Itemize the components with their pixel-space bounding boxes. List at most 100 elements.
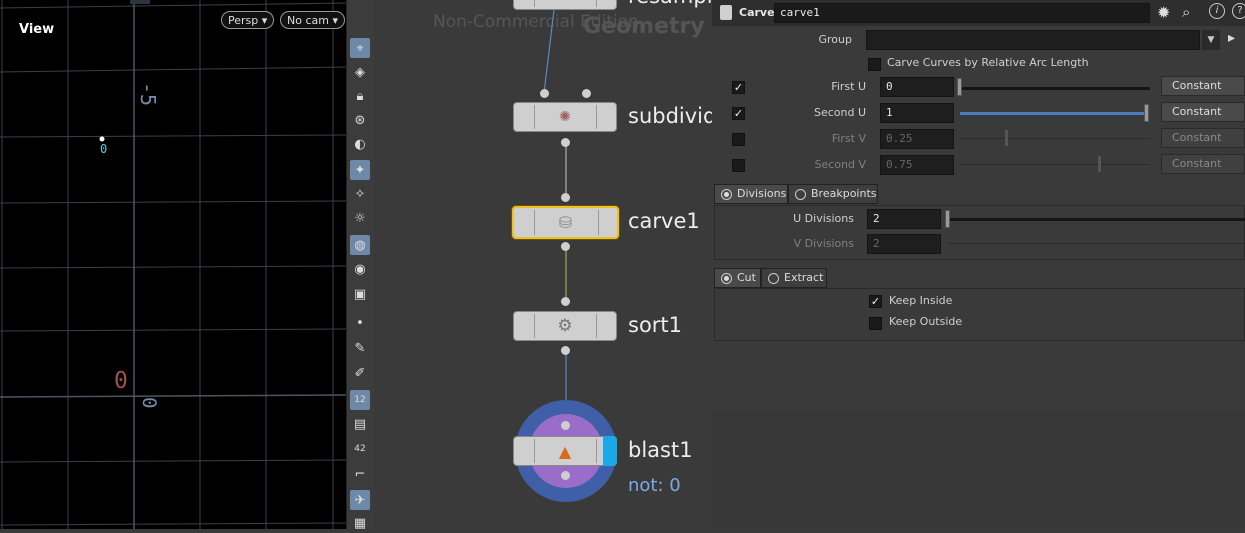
node-name-field[interactable]: carve1 xyxy=(774,3,1150,23)
u-divisions-field[interactable]: 2 xyxy=(867,209,941,229)
first-v-slider-handle[interactable] xyxy=(1005,130,1008,146)
second-u-field[interactable]: 1 xyxy=(880,103,954,123)
first-u-mode-button[interactable]: Constant xyxy=(1161,76,1245,96)
axis-label-neg5: -5 xyxy=(136,82,160,107)
v-divisions-label: V Divisions xyxy=(793,237,854,250)
node-label-sort1: sort1 xyxy=(628,313,683,337)
second-u-mode-button[interactable]: Constant xyxy=(1161,102,1245,122)
keep-inside-label: Keep Inside xyxy=(889,294,953,307)
tab-breakpoints[interactable]: Breakpoints xyxy=(788,184,878,204)
node-label-resample1: resample1 xyxy=(628,0,712,8)
search-icon[interactable]: ⌕ xyxy=(1182,3,1190,21)
axis-label-x-origin: 0 xyxy=(114,368,128,394)
light-add-icon[interactable]: ✧ xyxy=(350,184,370,204)
first-v-slider-track[interactable] xyxy=(960,138,1150,139)
input-connector[interactable] xyxy=(561,193,570,202)
first-v-field[interactable]: 0.25 xyxy=(880,129,954,149)
info-icon[interactable]: i xyxy=(1209,3,1225,19)
select-icon[interactable]: ⌖ xyxy=(350,38,370,58)
second-u-label: Second U xyxy=(813,106,866,119)
light-icon[interactable]: ✦ xyxy=(350,160,370,180)
second-v-slider-track[interactable] xyxy=(960,164,1150,165)
v-divisions-slider-track[interactable] xyxy=(948,243,1245,244)
lock-icon[interactable]: 🔒︎ xyxy=(350,86,370,106)
axis-label-z-origin: 0 xyxy=(138,397,160,409)
pen-icon[interactable]: ✐ xyxy=(350,363,370,383)
first-u-label: First U xyxy=(831,80,866,93)
carve-relative-checkbox[interactable] xyxy=(868,58,881,71)
view-tool-icon[interactable]: ✈ xyxy=(350,490,370,510)
second-v-mode-button[interactable]: Constant xyxy=(1161,154,1245,174)
first-u-checkbox[interactable]: ✓ xyxy=(732,81,745,94)
help-icon[interactable]: ? xyxy=(1232,3,1245,19)
second-u-slider-track[interactable] xyxy=(960,112,1146,115)
parameter-empty-area xyxy=(712,412,1245,529)
viewport-toolbar: ⌖ ◈ 🔒︎ ⊛ ◐ ✦ ✧ ☼ ◍ ◉ ▣ • ✎ ✐ 12 ▤ 42 ⌐ ✈… xyxy=(346,0,375,531)
u-divisions-label: U Divisions xyxy=(793,212,854,225)
first-u-field[interactable]: 0 xyxy=(880,77,954,97)
second-v-field[interactable]: 0.75 xyxy=(880,155,954,175)
node-subdivide1[interactable]: ✺ xyxy=(513,102,617,132)
network-editor[interactable]: Non-Commercial Edition Geometry resample… xyxy=(374,0,712,529)
group-dropdown-arrow[interactable]: ▼ xyxy=(1202,30,1220,50)
cut-radio xyxy=(721,273,732,284)
second-u-slider-handle[interactable] xyxy=(1144,104,1149,122)
ghost-icon[interactable]: ◐ xyxy=(350,134,370,154)
first-v-mode-button[interactable]: Constant xyxy=(1161,128,1245,148)
ruler-icon[interactable]: ⌐ xyxy=(350,464,370,484)
v-divisions-field[interactable]: 2 xyxy=(867,234,941,254)
input-connector[interactable] xyxy=(582,89,591,98)
node-carve1[interactable]: ⛁ xyxy=(512,206,619,239)
second-u-checkbox[interactable]: ✓ xyxy=(732,107,745,120)
input-connector[interactable] xyxy=(540,89,549,98)
keep-inside-checkbox[interactable]: ✓ xyxy=(869,295,882,308)
breakpoints-radio xyxy=(795,189,806,200)
node-resample1[interactable] xyxy=(513,0,617,10)
brush-icon[interactable]: ✎ xyxy=(350,338,370,358)
group-field[interactable] xyxy=(866,30,1200,50)
u-divisions-slider-handle[interactable] xyxy=(945,210,950,228)
light-link-icon[interactable]: ☼ xyxy=(350,208,370,228)
node-badge-blast1: not: 0 xyxy=(628,475,681,496)
display-flag[interactable] xyxy=(603,436,617,466)
node-type-icon xyxy=(720,5,732,20)
stamp-icon[interactable]: ▤ xyxy=(350,414,370,434)
first-u-slider-handle[interactable] xyxy=(957,78,962,96)
first-v-checkbox[interactable] xyxy=(732,133,745,146)
point-number-icon[interactable]: 12 xyxy=(350,390,370,410)
node-blast1[interactable]: ▲ xyxy=(513,436,617,466)
output-connector[interactable] xyxy=(561,346,570,355)
number-icon[interactable]: 42 xyxy=(350,439,370,459)
checker-icon[interactable]: ▦ xyxy=(350,513,370,533)
divisions-radio xyxy=(721,189,732,200)
input-connector[interactable] xyxy=(561,421,570,430)
render-icon[interactable]: ▣ xyxy=(350,284,370,304)
snap-icon[interactable]: ⊛ xyxy=(350,110,370,130)
second-v-slider-handle[interactable] xyxy=(1098,156,1101,172)
u-divisions-slider-track[interactable] xyxy=(948,218,1245,221)
point-icon[interactable]: • xyxy=(350,313,370,333)
display-options-icon[interactable]: ◈ xyxy=(350,62,370,82)
second-v-checkbox[interactable] xyxy=(732,159,745,172)
output-connector[interactable] xyxy=(561,471,570,480)
gear-icon[interactable]: ✹ xyxy=(1157,3,1170,22)
carve-icon: ⛁ xyxy=(558,213,573,232)
tab-extract[interactable]: Extract xyxy=(761,268,827,288)
shading-icon[interactable]: ◍ xyxy=(350,235,370,255)
output-connector[interactable] xyxy=(561,138,570,147)
scene-viewport[interactable]: View Persp ▾ No cam ▾ -5 0 0 0 xyxy=(0,0,346,529)
viewport-title: View xyxy=(19,22,55,37)
keep-outside-checkbox[interactable] xyxy=(869,317,882,330)
tab-cut[interactable]: Cut xyxy=(714,268,761,288)
node-sort1[interactable]: ⚙ xyxy=(513,311,617,341)
input-connector[interactable] xyxy=(561,297,570,306)
tab-divisions[interactable]: Divisions xyxy=(714,184,788,204)
visibility-icon[interactable]: ◉ xyxy=(350,259,370,279)
subdivide-icon: ✺ xyxy=(559,109,571,125)
node-label-subdivide1: subdivide1 xyxy=(628,104,712,128)
group-select-arrow-icon[interactable]: ▸ xyxy=(1228,30,1235,46)
output-connector[interactable] xyxy=(561,242,570,251)
camera-menu[interactable]: Persp ▾ xyxy=(221,11,275,29)
first-u-slider-track[interactable] xyxy=(960,87,1150,90)
camera-select[interactable]: No cam ▾ xyxy=(280,11,345,29)
